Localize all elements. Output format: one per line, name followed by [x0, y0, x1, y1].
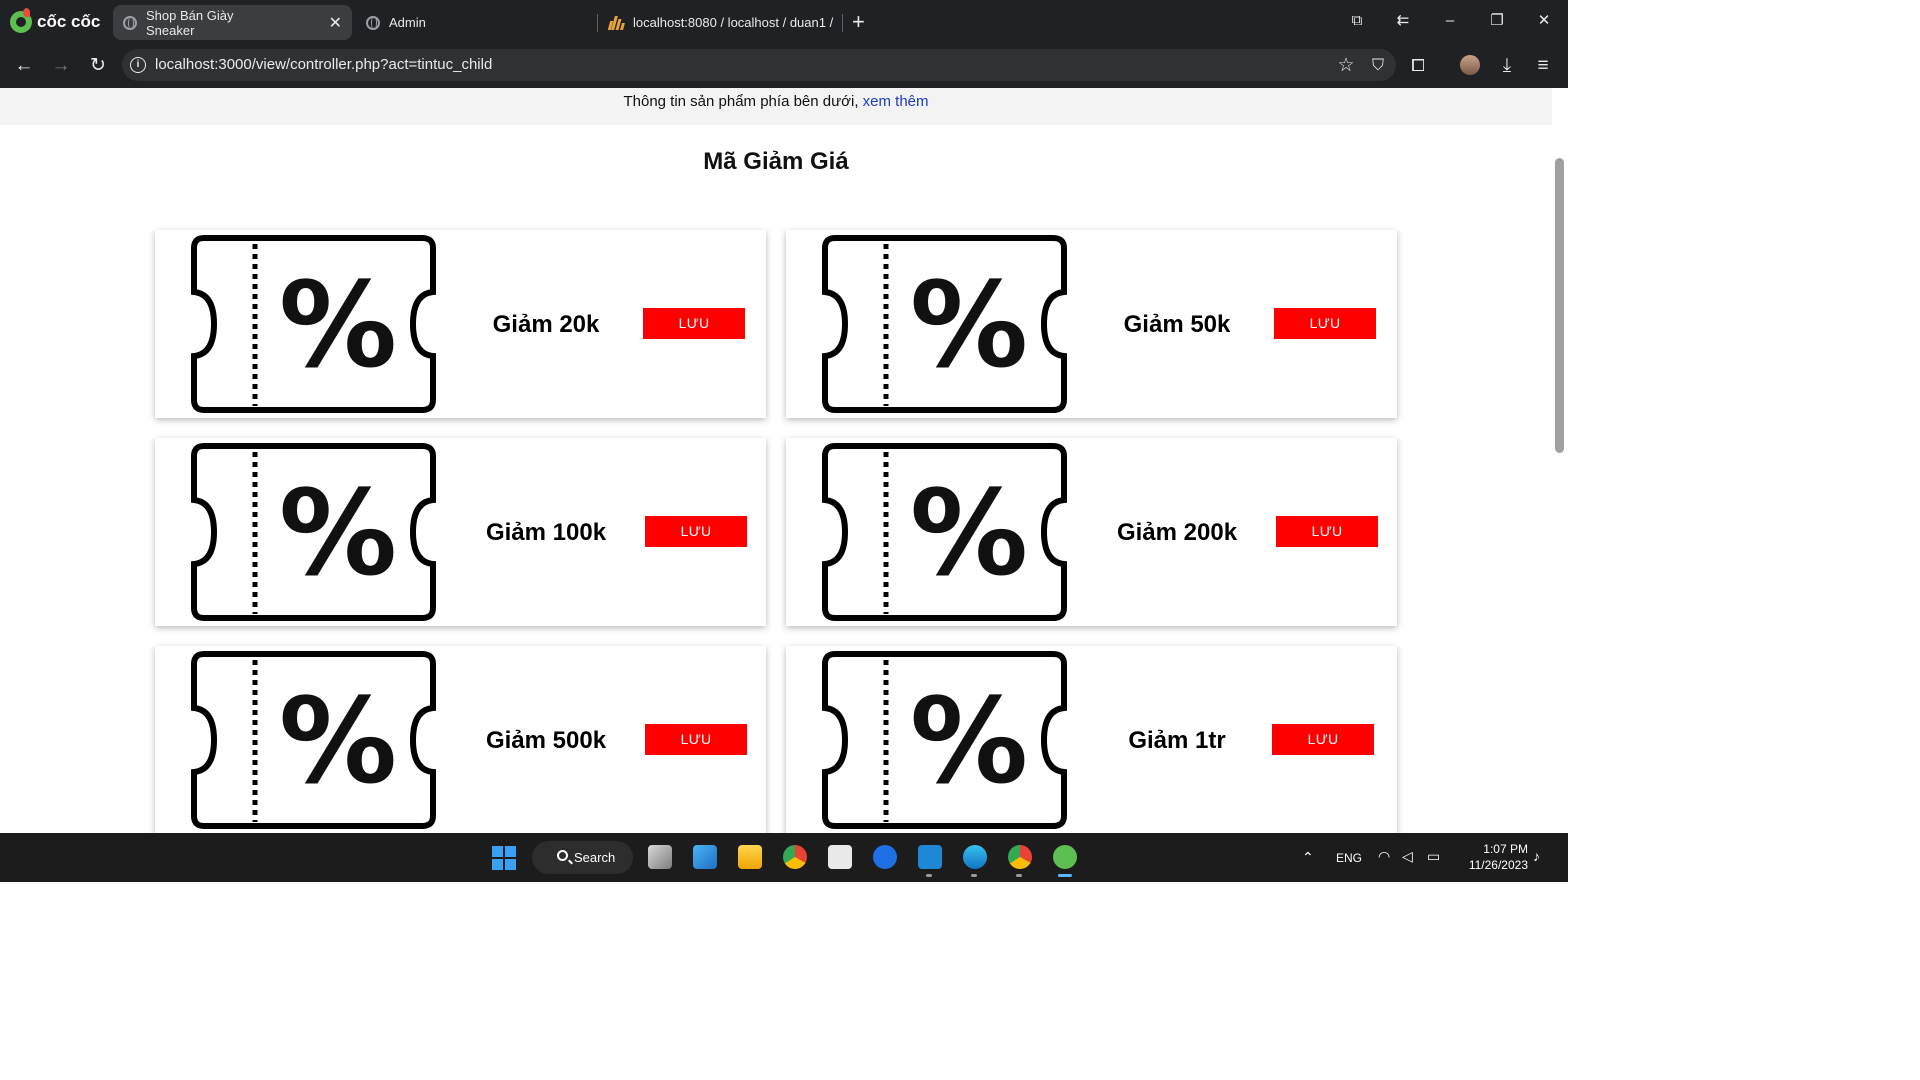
phpmyadmin-icon — [607, 15, 625, 30]
notice-text: Thông tin sản phẩm phía bên dưới, — [623, 93, 859, 110]
tab-title: Shop Bán Giày Sneaker — [146, 7, 234, 38]
tab-phpmyadmin[interactable]: localhost:8080 / localhost / duan1 / v — [598, 5, 834, 40]
discount-ticket-icon: % — [191, 443, 436, 621]
volume-icon[interactable]: ◁ — [1402, 848, 1413, 865]
sidebar-icon[interactable]: ⇇ — [1391, 8, 1415, 34]
coccoc-taskbar-icon[interactable] — [1053, 845, 1077, 869]
running-indicator — [926, 874, 932, 877]
taskbar-search[interactable]: Search — [532, 841, 633, 874]
voucher-card: % Giảm 50k LƯU — [786, 230, 1397, 418]
menu-icon[interactable]: ≡ — [1531, 54, 1555, 78]
app-icon[interactable] — [828, 845, 852, 869]
running-indicator — [1016, 874, 1022, 877]
tab-divider — [842, 14, 843, 32]
save-voucher-button[interactable]: LƯU — [643, 308, 745, 339]
tab-bar: cốc cốc Shop Bán Giày Sneaker ✕ Admin lo… — [0, 0, 1568, 44]
zalo-icon[interactable] — [873, 845, 897, 869]
search-icon — [557, 850, 568, 861]
section-title: Mã Giảm Giá — [703, 148, 849, 175]
voucher-card: % Giảm 200k LƯU — [786, 438, 1397, 626]
battery-icon[interactable]: ▭ — [1427, 848, 1440, 865]
running-indicator — [971, 874, 977, 877]
tab-title: localhost:8080 / localhost / duan1 / v — [633, 15, 834, 30]
screen-capture-icon[interactable]: ⧉ — [1345, 8, 1369, 34]
save-voucher-button[interactable]: LƯU — [1276, 516, 1378, 547]
close-window-icon[interactable]: ✕ — [1532, 8, 1556, 34]
reload-icon[interactable]: ↻ — [86, 54, 110, 78]
voucher-card: % Giảm 100k LƯU — [155, 438, 766, 626]
discount-ticket-icon: % — [822, 235, 1067, 413]
windows-start-icon[interactable] — [492, 846, 516, 870]
notification-bell-icon[interactable]: ♪ — [1533, 848, 1540, 864]
back-icon[interactable]: ← — [12, 54, 36, 78]
close-tab-icon[interactable]: ✕ — [329, 13, 342, 33]
file-explorer-icon[interactable] — [738, 845, 762, 869]
voucher-card: % Giảm 1tr LƯU — [786, 646, 1397, 833]
chrome-profile-icon[interactable] — [1008, 845, 1032, 869]
voucher-label: Giảm 100k — [485, 519, 607, 546]
tab-shop[interactable]: Shop Bán Giày Sneaker ✕ — [113, 5, 352, 40]
tab-title: Admin — [389, 15, 426, 30]
bookmark-star-icon[interactable]: ☆ — [1334, 54, 1358, 78]
voucher-label: Giảm 200k — [1116, 519, 1238, 546]
notice-bar: Thông tin sản phẩm phía bên dưới, xem th… — [0, 88, 1552, 125]
chrome-icon[interactable] — [783, 845, 807, 869]
tray-chevron-icon[interactable]: ⌃ — [1302, 849, 1314, 866]
widgets-icon[interactable] — [693, 845, 717, 869]
edge-icon[interactable] — [963, 845, 987, 869]
taskbar-clock[interactable]: 1:07 PM 11/26/2023 — [1458, 841, 1528, 873]
voucher-label: Giảm 500k — [485, 727, 607, 754]
browser-brand-label: cốc cốc — [37, 12, 101, 31]
task-view-icon[interactable] — [648, 845, 672, 869]
profile-avatar[interactable] — [1460, 55, 1480, 75]
globe-icon — [123, 15, 137, 30]
new-tab-icon[interactable]: + — [852, 9, 865, 35]
restore-icon[interactable]: ❐ — [1485, 8, 1509, 34]
see-more-link[interactable]: xem thêm — [863, 93, 929, 110]
voucher-label: Giảm 20k — [492, 311, 600, 338]
voucher-card: % Giảm 500k LƯU — [155, 646, 766, 833]
svg-text:%: % — [279, 464, 397, 602]
discount-ticket-icon: % — [822, 651, 1067, 829]
discount-ticket-icon: % — [191, 651, 436, 829]
browser-brand[interactable]: cốc cốc — [10, 8, 101, 35]
extensions-icon[interactable]: ⧠ — [1406, 54, 1430, 78]
vscode-icon[interactable] — [918, 845, 942, 869]
download-icon[interactable]: ⤓ — [1495, 54, 1519, 78]
language-indicator[interactable]: ENG — [1336, 851, 1362, 865]
active-indicator — [1058, 874, 1072, 877]
voucher-label: Giảm 50k — [1123, 311, 1231, 338]
svg-text:%: % — [910, 464, 1028, 602]
site-info-icon[interactable]: i — [130, 57, 146, 73]
minimize-icon[interactable]: – — [1438, 8, 1462, 34]
svg-text:%: % — [910, 256, 1028, 394]
svg-text:%: % — [910, 672, 1028, 810]
clock-date: 11/26/2023 — [1468, 858, 1528, 872]
svg-text:%: % — [279, 672, 397, 810]
voucher-card: % Giảm 20k LƯU — [155, 230, 766, 418]
tab-admin[interactable]: Admin — [356, 5, 586, 40]
coccoc-logo-icon — [10, 8, 32, 33]
forward-icon[interactable]: → — [49, 54, 73, 78]
shield-icon[interactable]: ⛉ — [1366, 54, 1390, 78]
save-voucher-button[interactable]: LƯU — [1274, 308, 1376, 339]
page-content: Thông tin sản phẩm phía bên dưới, xem th… — [0, 88, 1552, 833]
wifi-icon[interactable]: ◠ — [1378, 848, 1390, 865]
svg-text:%: % — [279, 256, 397, 394]
voucher-label: Giảm 1tr — [1128, 727, 1226, 754]
save-voucher-button[interactable]: LƯU — [1272, 724, 1374, 755]
discount-ticket-icon: % — [191, 235, 436, 413]
globe-icon — [366, 15, 380, 30]
address-url[interactable]: localhost:3000/view/controller.php?act=t… — [155, 56, 492, 74]
save-voucher-button[interactable]: LƯU — [645, 724, 747, 755]
clock-time: 1:07 PM — [1483, 842, 1528, 856]
save-voucher-button[interactable]: LƯU — [645, 516, 747, 547]
discount-ticket-icon: % — [822, 443, 1067, 621]
scrollbar-thumb[interactable] — [1555, 158, 1564, 453]
